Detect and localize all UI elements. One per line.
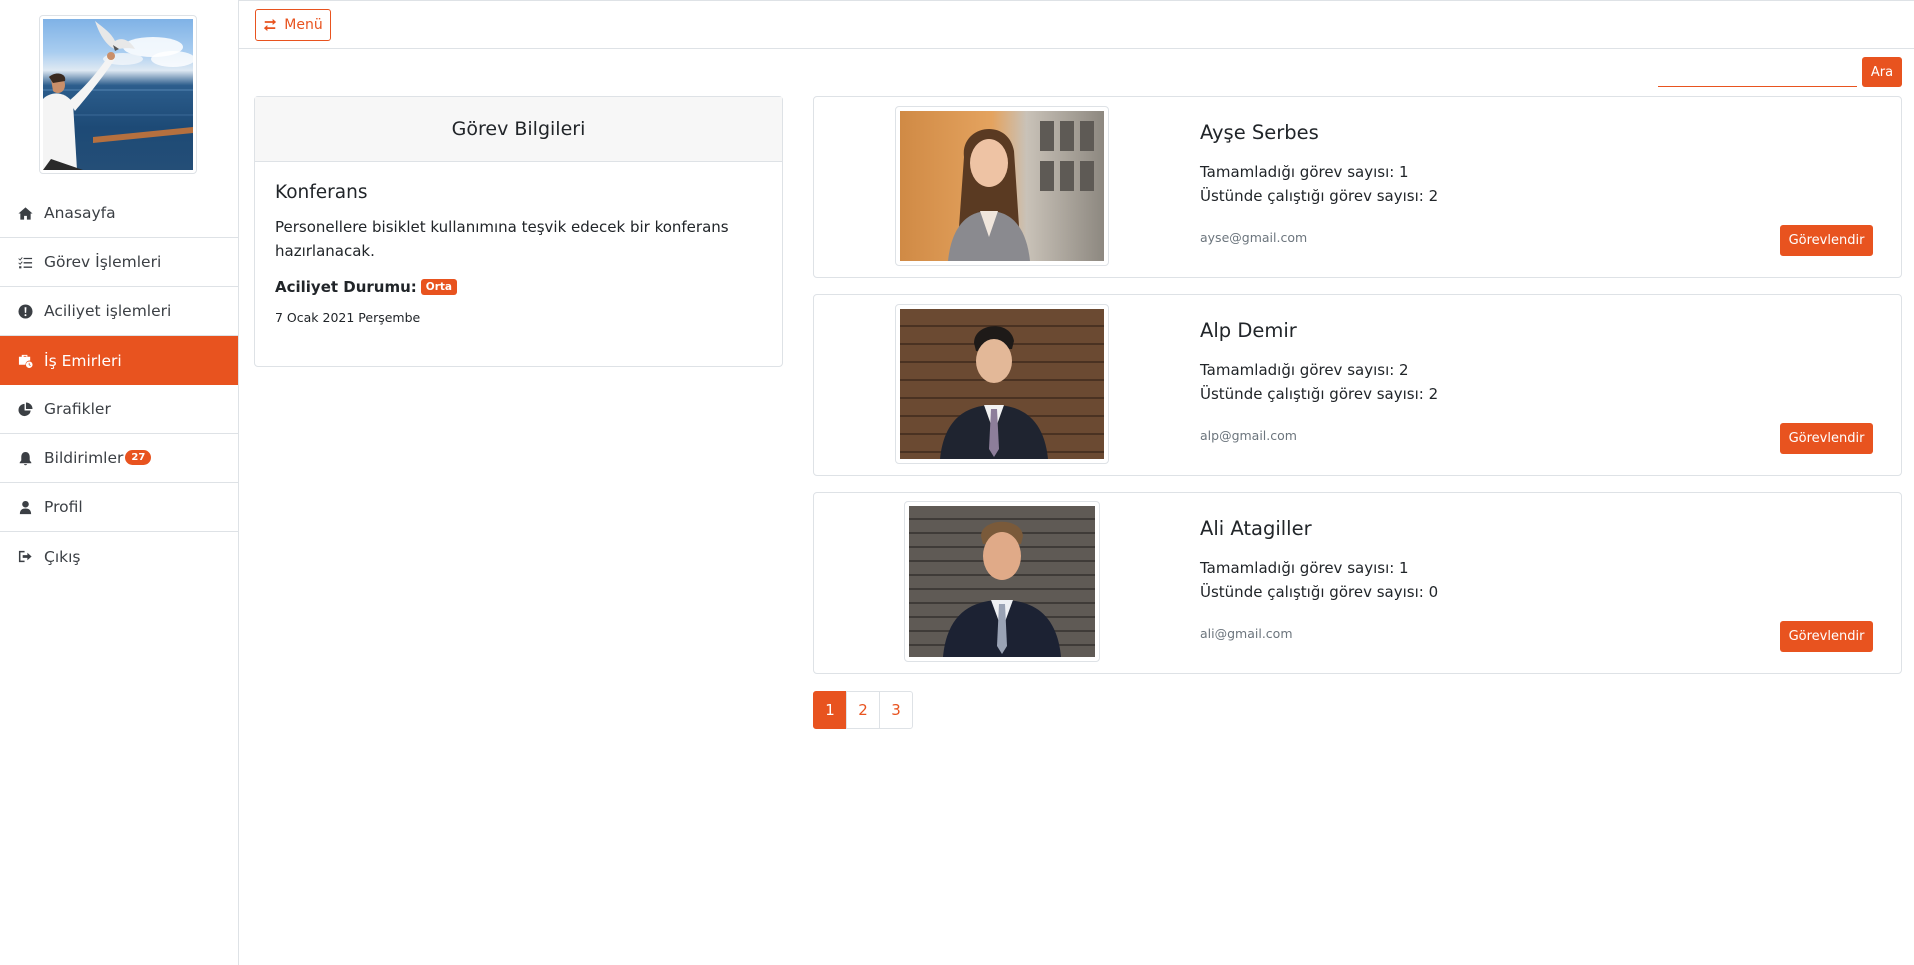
task-card-body: Konferans Personellere bisiklet kullanım… (255, 162, 782, 345)
sidebar-item-label: Profil (44, 498, 83, 516)
sidebar-nav: Anasayfa Görev İşlemleri Aciliyet işleml… (0, 189, 238, 581)
sidebar-item-cikis[interactable]: Çıkış (0, 532, 238, 581)
employee-photo (909, 506, 1095, 657)
notification-count-badge: 27 (125, 449, 152, 465)
page-link-1[interactable]: 1 (813, 691, 847, 729)
task-description: Personellere bisiklet kullanımına teşvik… (275, 218, 729, 260)
avatar-photo (43, 19, 193, 170)
assign-button[interactable]: Görevlendir (1780, 621, 1873, 652)
employee-name: Ali Atagiller (1200, 517, 1312, 540)
menu-label: Menü (284, 17, 323, 33)
employee-name: Alp Demir (1200, 319, 1297, 342)
menu-toggle-button[interactable]: Menü (255, 9, 331, 41)
pie-chart-icon (18, 401, 40, 417)
home-icon (18, 206, 40, 221)
sign-out-icon (18, 549, 40, 564)
employee-photo-frame (904, 501, 1100, 662)
sidebar-item-label: Grafikler (44, 400, 111, 418)
sidebar-item-label: Çıkış (44, 547, 81, 566)
sidebar-item-is-emirleri[interactable]: İş Emirleri (0, 336, 238, 385)
urgency-label: Aciliyet Durumu: (275, 278, 417, 296)
sidebar-item-label: İş Emirleri (44, 351, 122, 370)
assign-button[interactable]: Görevlendir (1780, 423, 1873, 454)
bell-icon (18, 451, 40, 466)
urgency-row: Aciliyet Durumu: Orta (275, 278, 762, 296)
sidebar-item-label: Aciliyet işlemleri (44, 302, 172, 320)
employee-completed-count: Tamamladığı görev sayısı: 2 (1200, 361, 1409, 379)
employee-photo-frame (895, 304, 1109, 464)
search-input[interactable] (1658, 58, 1857, 87)
employee-completed-count: Tamamladığı görev sayısı: 1 (1200, 559, 1409, 577)
employee-working-count: Üstünde çalıştığı görev sayısı: 2 (1200, 385, 1439, 403)
task-info-card: Görev Bilgileri Konferans Personellere b… (254, 96, 783, 367)
employee-email: ayse@gmail.com (1200, 230, 1308, 245)
page-link-2[interactable]: 2 (846, 691, 880, 729)
sidebar: Anasayfa Görev İşlemleri Aciliyet işleml… (0, 0, 239, 965)
assign-button[interactable]: Görevlendir (1780, 225, 1873, 256)
pagination: 1 2 3 (813, 691, 913, 729)
urgency-badge: Orta (420, 279, 458, 295)
employee-card: Ali Atagiller Tamamladığı görev sayısı: … (813, 492, 1902, 674)
employee-photo (900, 309, 1104, 459)
exclamation-circle-icon (18, 303, 40, 319)
task-date: 7 Ocak 2021 Perşembe (275, 310, 421, 325)
search-button[interactable]: Ara (1862, 57, 1902, 87)
sidebar-item-gorev-islemleri[interactable]: Görev İşlemleri (0, 238, 238, 287)
employee-photo (900, 111, 1104, 261)
sidebar-item-label: Görev İşlemleri (44, 253, 162, 271)
sidebar-item-grafikler[interactable]: Grafikler (0, 385, 238, 434)
top-bar: Menü (239, 0, 1914, 49)
briefcase-clock-icon (18, 353, 40, 368)
sidebar-item-bildirimler[interactable]: Bildirimler 27 (0, 434, 238, 483)
employee-working-count: Üstünde çalıştığı görev sayısı: 2 (1200, 187, 1439, 205)
task-card-header: Görev Bilgileri (255, 97, 782, 162)
sidebar-item-aciliyet-islemleri[interactable]: Aciliyet işlemleri (0, 287, 238, 336)
page-link-3[interactable]: 3 (879, 691, 913, 729)
sidebar-item-profil[interactable]: Profil (0, 483, 238, 532)
sidebar-item-anasayfa[interactable]: Anasayfa (0, 189, 238, 238)
list-check-icon (18, 255, 40, 270)
task-title: Konferans (275, 182, 368, 203)
employee-name: Ayşe Serbes (1200, 121, 1319, 144)
employee-email: ali@gmail.com (1200, 626, 1293, 641)
employee-working-count: Üstünde çalıştığı görev sayısı: 0 (1200, 583, 1439, 601)
sidebar-item-label: Bildirimler (44, 449, 124, 467)
profile-avatar (39, 15, 197, 174)
sidebar-item-label: Anasayfa (44, 204, 116, 222)
user-icon (18, 500, 40, 515)
employee-photo-frame (895, 106, 1109, 266)
employee-completed-count: Tamamladığı görev sayısı: 1 (1200, 163, 1409, 181)
employee-card: Ayşe Serbes Tamamladığı görev sayısı: 1 … (813, 96, 1902, 278)
employee-card: Alp Demir Tamamladığı görev sayısı: 2 Üs… (813, 294, 1902, 476)
swap-arrows-icon (264, 18, 277, 32)
employee-email: alp@gmail.com (1200, 428, 1297, 443)
